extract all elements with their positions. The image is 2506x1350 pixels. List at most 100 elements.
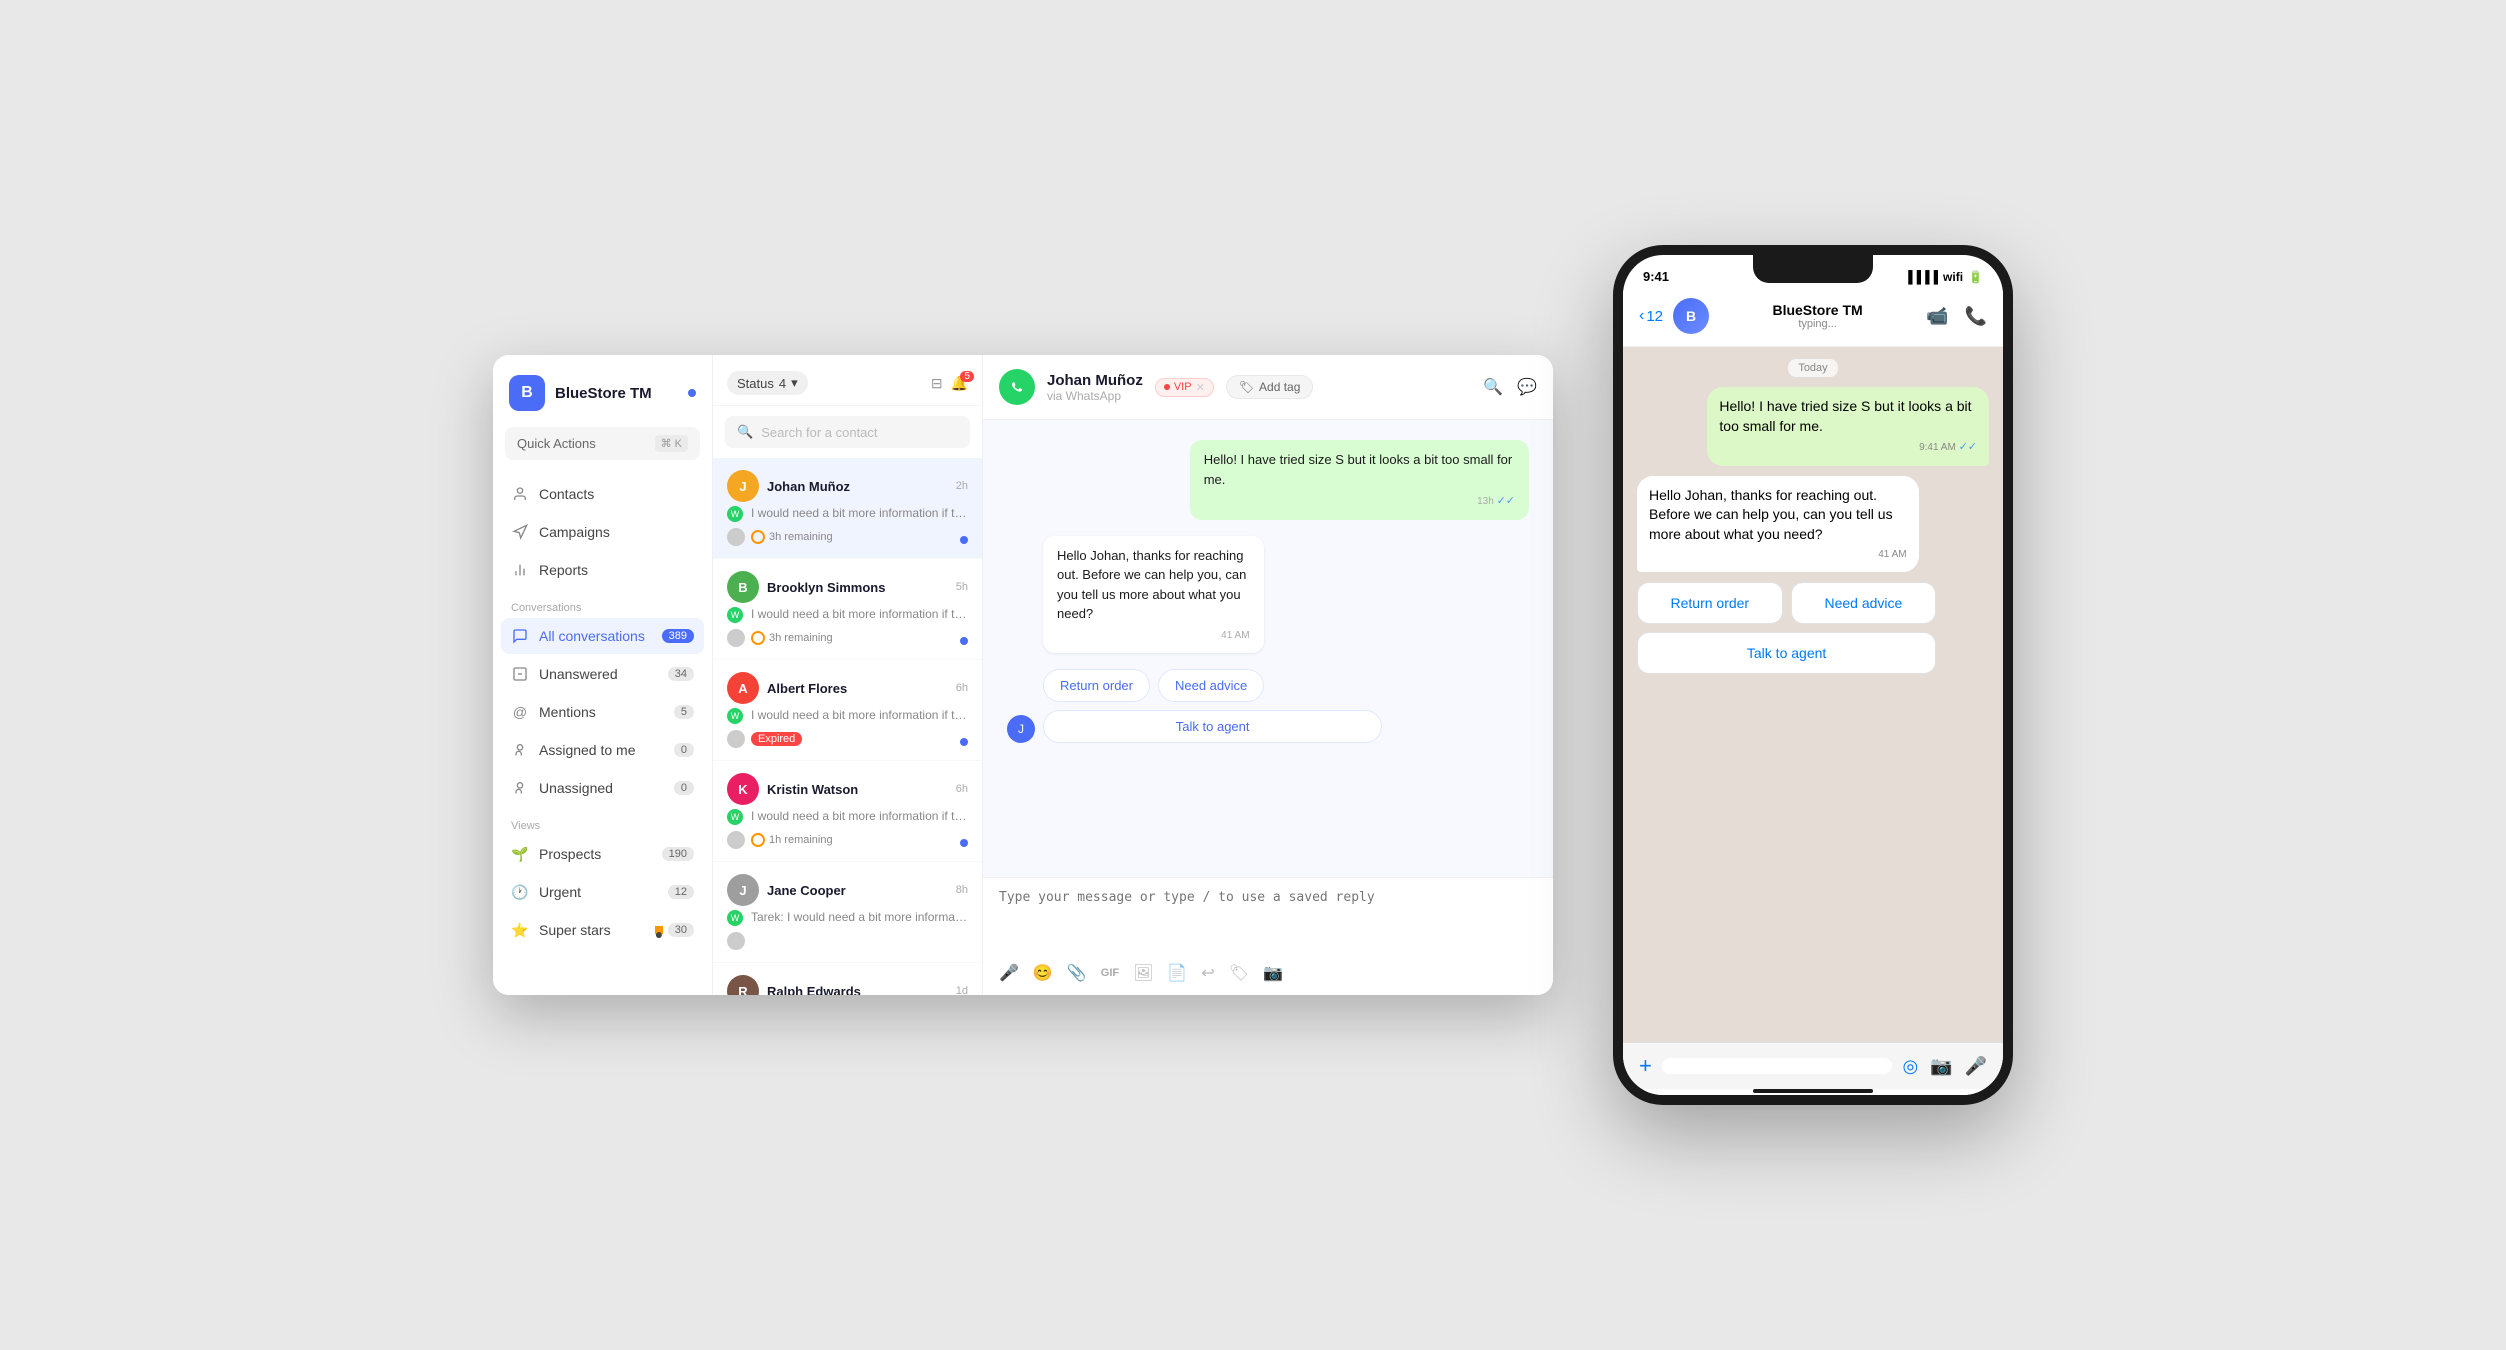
sidebar-item-all-conversations[interactable]: All conversations 389 bbox=[501, 618, 704, 654]
iphone-contact-name: BlueStore TM bbox=[1772, 302, 1862, 318]
quick-actions-button[interactable]: Quick Actions ⌘ K bbox=[505, 427, 700, 460]
conv-item-3[interactable]: K Kristin Watson 6h W I would need a bit… bbox=[713, 761, 982, 862]
timer-text-0: 3h remaining bbox=[769, 531, 833, 543]
message-bubble-received: Hello Johan, thanks for reaching out. Be… bbox=[1043, 536, 1264, 653]
urgent-icon: 🕐 bbox=[511, 883, 529, 901]
conv-list-header: Status 4 ▾ ⊟ 🔔 5 bbox=[713, 355, 982, 406]
message-time-1: 41 AM bbox=[1057, 628, 1250, 643]
conv-meta-2: Expired bbox=[727, 730, 968, 748]
double-check-icon: ✓✓ bbox=[1497, 495, 1515, 507]
chat-input-area: 🎤 😊 📎 GIF 🖼 📄 ↩ 🏷 📷 bbox=[983, 877, 1553, 995]
wifi-icon: wifi bbox=[1943, 270, 1963, 284]
conv-item-0[interactable]: J Johan Muñoz 2h W I would need a bit mo… bbox=[713, 458, 982, 559]
filter-icons: ⊟ 🔔 5 bbox=[931, 375, 968, 392]
timer-text-3: 1h remaining bbox=[769, 834, 833, 846]
sidebar-header: B BlueStore TM bbox=[493, 355, 712, 427]
microphone-icon[interactable]: 🎤 bbox=[999, 963, 1019, 983]
quick-reply-talk-to-agent[interactable]: Talk to agent bbox=[1043, 710, 1382, 743]
back-button[interactable]: ‹ 12 bbox=[1639, 307, 1663, 325]
online-indicator bbox=[688, 389, 696, 397]
bell-button[interactable]: 🔔 5 bbox=[951, 375, 968, 392]
label-icon[interactable]: 🏷 bbox=[1229, 963, 1249, 983]
gif-icon[interactable]: GIF bbox=[1101, 967, 1119, 979]
conv-item-4[interactable]: J Jane Cooper 8h W Tarek: I would need a… bbox=[713, 862, 982, 963]
conv-item-2[interactable]: A Albert Flores 6h W I would need a bit … bbox=[713, 660, 982, 761]
conv-item-1[interactable]: B Brooklyn Simmons 5h W I would need a b… bbox=[713, 559, 982, 660]
superstars-label: Super stars bbox=[539, 922, 611, 938]
status-filter[interactable]: Status 4 ▾ bbox=[727, 371, 808, 395]
file-icon[interactable]: 📄 bbox=[1167, 963, 1187, 983]
message-container-1: J Hello Johan, thanks for reaching out. … bbox=[1007, 536, 1529, 743]
iphone-qr-talk-to-agent[interactable]: Talk to agent bbox=[1637, 632, 1936, 674]
sidebar-item-contacts[interactable]: Contacts bbox=[501, 476, 704, 512]
sidebar-item-assigned[interactable]: Assigned to me 0 bbox=[501, 732, 704, 768]
conv-time-4: 8h bbox=[956, 884, 968, 896]
camera-icon[interactable]: 📷 bbox=[1263, 963, 1283, 983]
conv-time-2: 6h bbox=[956, 682, 968, 694]
conv-avatar-1: B bbox=[727, 571, 759, 603]
quick-reply-return-order[interactable]: Return order bbox=[1043, 669, 1150, 702]
video-call-icon[interactable]: 📹 bbox=[1926, 306, 1948, 327]
sidebar: B BlueStore TM Quick Actions ⌘ K Contact… bbox=[493, 355, 713, 995]
sidebar-item-prospects[interactable]: 🌱 Prospects 190 bbox=[501, 836, 704, 872]
new-conversation-icon[interactable]: 💬 bbox=[1517, 377, 1537, 397]
prospects-icon: 🌱 bbox=[511, 845, 529, 863]
vip-label: VIP bbox=[1174, 381, 1192, 393]
iphone-microphone-icon[interactable]: 🎤 bbox=[1965, 1056, 1987, 1077]
attachment-icon[interactable]: 📎 bbox=[1067, 963, 1087, 983]
unread-dot-2 bbox=[960, 738, 968, 746]
sidebar-item-campaigns[interactable]: Campaigns bbox=[501, 514, 704, 550]
sidebar-item-superstars[interactable]: ⭐ Super stars ● 30 bbox=[501, 912, 704, 948]
add-tag-button[interactable]: 🏷 Add tag bbox=[1226, 375, 1314, 399]
quick-reply-need-advice[interactable]: Need advice bbox=[1158, 669, 1264, 702]
desktop-app-window: B BlueStore TM Quick Actions ⌘ K Contact… bbox=[493, 355, 1553, 995]
search-bar[interactable]: 🔍 Search for a contact bbox=[725, 416, 970, 448]
iphone-home-indicator-area bbox=[1623, 1089, 2003, 1095]
search-chat-icon[interactable]: 🔍 bbox=[1483, 377, 1503, 397]
conv-preview-text-3: I would need a bit more information if t… bbox=[751, 809, 968, 823]
iphone-input-field[interactable] bbox=[1662, 1058, 1893, 1074]
filter-icon[interactable]: ⊟ bbox=[931, 375, 943, 392]
sidebar-item-unassigned[interactable]: Unassigned 0 bbox=[501, 770, 704, 806]
iphone-plus-button[interactable]: + bbox=[1639, 1053, 1652, 1079]
iphone-message-text-0: Hello! I have tried size S but it looks … bbox=[1719, 398, 1971, 434]
sidebar-item-mentions[interactable]: @ Mentions 5 bbox=[501, 694, 704, 730]
unassigned-badge: 0 bbox=[674, 781, 694, 795]
reply-icon[interactable]: ↩ bbox=[1201, 963, 1214, 983]
sidebar-item-reports[interactable]: Reports bbox=[501, 552, 704, 588]
iphone-sticker-icon[interactable]: ◎ bbox=[1902, 1056, 1918, 1077]
timer-text-1: 3h remaining bbox=[769, 632, 833, 644]
iphone-quick-replies: Return order Need advice Talk to agent bbox=[1637, 582, 1936, 674]
prospects-badge: 190 bbox=[662, 847, 694, 861]
chat-contact-avatar bbox=[999, 369, 1035, 405]
app-logo: B bbox=[509, 375, 545, 411]
iphone-camera-icon[interactable]: 📷 bbox=[1930, 1056, 1952, 1077]
conv-preview-text-1: I would need a bit more information if t… bbox=[751, 607, 968, 621]
iphone-contact-info: BlueStore TM typing... bbox=[1719, 302, 1916, 330]
expired-badge: Expired bbox=[751, 732, 802, 746]
emoji-icon[interactable]: 😊 bbox=[1033, 963, 1053, 983]
sidebar-item-urgent[interactable]: 🕐 Urgent 12 bbox=[501, 874, 704, 910]
assigned-badge: 0 bbox=[674, 743, 694, 757]
agent-avatar-4 bbox=[727, 932, 745, 950]
phone-call-icon[interactable]: 📞 bbox=[1965, 306, 1987, 327]
agent-avatar-3 bbox=[727, 831, 745, 849]
chat-input[interactable] bbox=[999, 890, 1537, 950]
iphone-time: 9:41 bbox=[1643, 269, 1669, 284]
image-icon[interactable]: 🖼 bbox=[1133, 963, 1153, 983]
iphone-qr-need-advice[interactable]: Need advice bbox=[1791, 582, 1937, 624]
conv-name-4: Jane Cooper bbox=[767, 883, 846, 898]
conv-item-5[interactable]: R Ralph Edwards 1d W Ralph: I would need… bbox=[713, 963, 982, 995]
contacts-icon bbox=[511, 485, 529, 503]
iphone-message-sent: Hello! I have tried size S but it looks … bbox=[1707, 387, 1989, 466]
iphone-qr-return-order[interactable]: Return order bbox=[1637, 582, 1783, 624]
conversations-section-label: Conversations bbox=[501, 590, 704, 618]
vip-close-icon[interactable]: ✕ bbox=[1196, 381, 1205, 394]
iphone-message-received: Hello Johan, thanks for reaching out. Be… bbox=[1637, 476, 1919, 573]
vip-dot bbox=[1164, 384, 1170, 390]
sidebar-item-unanswered[interactable]: Unanswered 34 bbox=[501, 656, 704, 692]
conv-time-5: 1d bbox=[956, 985, 968, 995]
add-tag-label: Add tag bbox=[1259, 380, 1300, 394]
reports-icon bbox=[511, 561, 529, 579]
chat-messages: Hello! I have tried size S but it looks … bbox=[983, 420, 1553, 877]
